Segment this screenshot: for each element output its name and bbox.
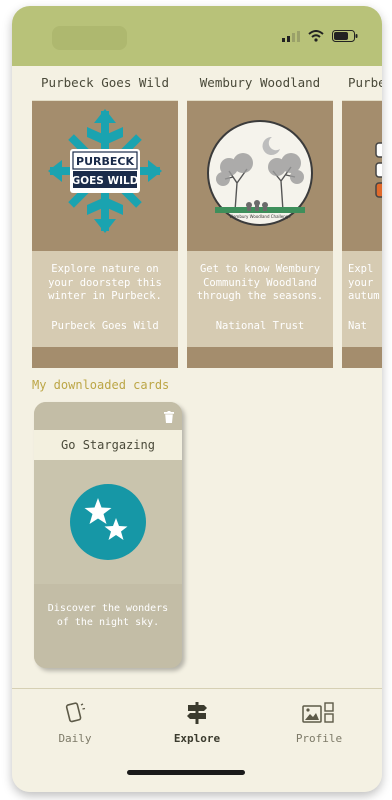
card-organisation: Nat (348, 319, 367, 332)
wifi-icon (308, 30, 324, 42)
card-artwork: Wembury Woodland Challenge (187, 101, 333, 251)
purbeck-logo: PURBECK GOES WILD (48, 109, 162, 233)
card-title: Purbe (342, 66, 382, 101)
home-indicator[interactable] (127, 770, 245, 775)
explore-card-wembury[interactable]: Wembury Woodland Wembury Woodland Challe… (187, 66, 333, 368)
card-organisation: National Trust (215, 319, 305, 332)
card-organisation: Purbeck Goes Wild (51, 319, 159, 332)
card-description: Explore nature on your doorstep this win… (48, 263, 162, 302)
tab-daily-label: Daily (58, 732, 92, 745)
stars-icon (70, 484, 146, 560)
downloaded-card-description: Discover the wonders of the night sky. (34, 584, 182, 668)
downloaded-card-title: Go Stargazing (34, 430, 182, 460)
status-icons (282, 30, 358, 42)
wembury-logo-text: Wembury Woodland Challenge (229, 214, 291, 219)
tab-daily[interactable]: Daily (30, 701, 120, 745)
tab-profile-label: Profile (295, 732, 343, 745)
status-pill (52, 26, 127, 50)
card-body: Expl your autum Nat (342, 251, 382, 347)
signal-icon (282, 30, 300, 42)
profile-grid-icon (302, 702, 334, 723)
card-footer (342, 347, 382, 368)
downloaded-section-label: My downloaded cards (32, 378, 170, 392)
downloaded-card-header (34, 402, 182, 430)
purbeck-logo-line-2: GOES WILD (72, 175, 139, 187)
partial-card-logo (375, 142, 382, 198)
downloaded-card-stargazing[interactable]: Go Stargazing Discover the wonders of th… (34, 402, 182, 668)
wembury-woodland-logo: Wembury Woodland Challenge (207, 120, 313, 226)
card-artwork (342, 101, 382, 251)
status-bar (12, 6, 382, 66)
card-footer (32, 347, 178, 368)
explore-carousel[interactable]: Purbeck Goes Wild PURBECK GOES WILD Expl… (32, 66, 382, 368)
explore-card-purbeck[interactable]: Purbeck Goes Wild PURBECK GOES WILD Expl… (32, 66, 178, 368)
signpost-icon (187, 702, 207, 724)
tab-explore-label: Explore (173, 732, 221, 745)
explore-card-partial[interactable]: Purbe Expl your autum Nat (342, 66, 382, 368)
trash-icon[interactable] (164, 408, 174, 427)
tab-explore[interactable]: Explore (152, 701, 242, 745)
card-description: Expl your autum (348, 263, 380, 302)
downloaded-card-artwork (34, 460, 182, 584)
card-footer (187, 347, 333, 368)
card-title: Purbeck Goes Wild (32, 66, 178, 101)
phone-screen: Purbeck Goes Wild PURBECK GOES WILD Expl… (12, 6, 382, 792)
card-artwork: PURBECK GOES WILD (32, 101, 178, 251)
card-title: Wembury Woodland (187, 66, 333, 101)
battery-icon (332, 30, 358, 42)
card-body: Explore nature on your doorstep this win… (32, 251, 178, 347)
purbeck-logo-line-1: PURBECK (76, 155, 134, 168)
tab-bar: Daily Explore Profile (12, 688, 382, 792)
card-description: Get to know Wembury Community Woodland t… (196, 263, 324, 302)
tab-profile[interactable]: Profile (274, 701, 364, 745)
card-icon (65, 702, 86, 723)
card-body: Get to know Wembury Community Woodland t… (187, 251, 333, 347)
